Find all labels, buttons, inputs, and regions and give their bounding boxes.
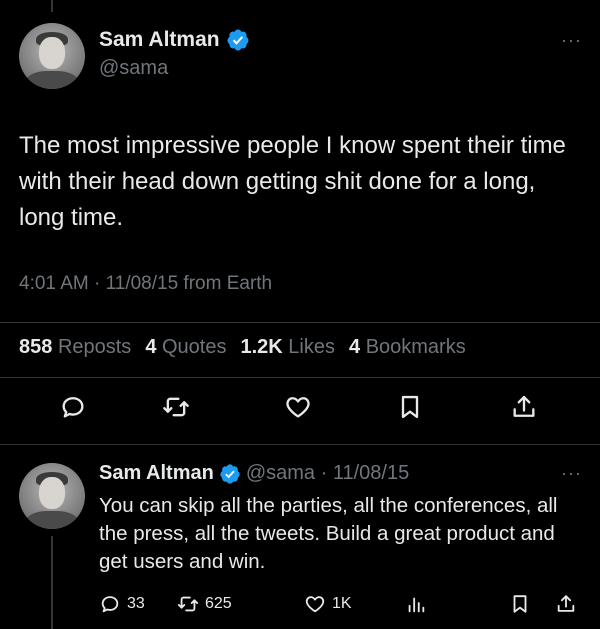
bookmark-button[interactable] — [394, 391, 426, 423]
reply-share-button[interactable] — [555, 593, 577, 615]
tweet-text: The most impressive people I know spent … — [19, 132, 566, 231]
stat-likes[interactable]: 1.2K Likes — [240, 336, 335, 359]
stat-bookmarks[interactable]: 4 Bookmarks — [349, 336, 466, 359]
reply-repost-button[interactable]: 625 — [177, 593, 232, 615]
share-icon — [513, 395, 535, 417]
reply-text: You can skip all the parties, all the co… — [99, 494, 558, 573]
stat-quotes[interactable]: 4 Quotes — [145, 336, 226, 359]
reply-reply-button[interactable]: 33 — [99, 593, 145, 615]
repost-button[interactable] — [160, 391, 192, 423]
tweet-action-bar — [0, 391, 600, 431]
author-handle[interactable]: @sama — [99, 57, 168, 80]
reply-button[interactable] — [57, 391, 89, 423]
reply-views-button[interactable] — [405, 593, 427, 615]
author-name-row[interactable]: Sam Altman — [99, 28, 250, 52]
reply-icon — [101, 596, 119, 613]
like-count: 1K — [332, 595, 352, 612]
divider — [0, 444, 600, 445]
reply-like-button[interactable]: 1K — [304, 593, 352, 615]
reply-action-bar: 33 625 1K — [99, 593, 589, 619]
like-button[interactable] — [282, 391, 314, 423]
repost-count: 625 — [205, 595, 232, 612]
avatar[interactable] — [19, 23, 85, 89]
reply-avatar[interactable] — [19, 463, 85, 529]
tweet-detail-page: Sam Altman @sama ··· The most impressive… — [0, 0, 600, 629]
reply-count: 33 — [127, 595, 145, 612]
thread-line-top — [51, 0, 53, 12]
reply-author-row[interactable]: Sam Altman @sama · 11/08/15 — [99, 462, 409, 485]
share-icon — [557, 595, 575, 612]
bookmark-icon — [401, 395, 419, 419]
bookmark-icon — [513, 595, 527, 613]
reply-more-options-icon[interactable]: ··· — [561, 463, 582, 484]
like-icon — [305, 596, 325, 613]
reply-bookmark-button[interactable] — [509, 593, 531, 615]
thread-line-bottom — [51, 536, 53, 629]
verified-badge-icon — [220, 463, 240, 484]
divider — [0, 322, 600, 323]
reply-icon — [62, 397, 84, 418]
tweet-timestamp[interactable]: 4:01 AM · 11/08/15 from Earth — [19, 273, 272, 295]
repost-icon — [163, 397, 189, 417]
stat-reposts[interactable]: 858 Reposts — [19, 336, 131, 359]
views-icon — [408, 597, 425, 613]
repost-icon — [177, 596, 199, 612]
reply-display-name[interactable]: Sam Altman — [99, 462, 214, 485]
like-icon — [286, 397, 310, 418]
more-options-icon[interactable]: ··· — [561, 30, 582, 51]
share-button[interactable] — [508, 391, 540, 423]
engagement-stats: 858 Reposts 4 Quotes 1.2K Likes 4 Bookma… — [19, 336, 466, 359]
verified-badge-icon — [227, 29, 249, 51]
author-display-name[interactable]: Sam Altman — [99, 28, 220, 52]
divider — [0, 377, 600, 378]
reply-handle-date[interactable]: @sama · 11/08/15 — [246, 462, 409, 485]
